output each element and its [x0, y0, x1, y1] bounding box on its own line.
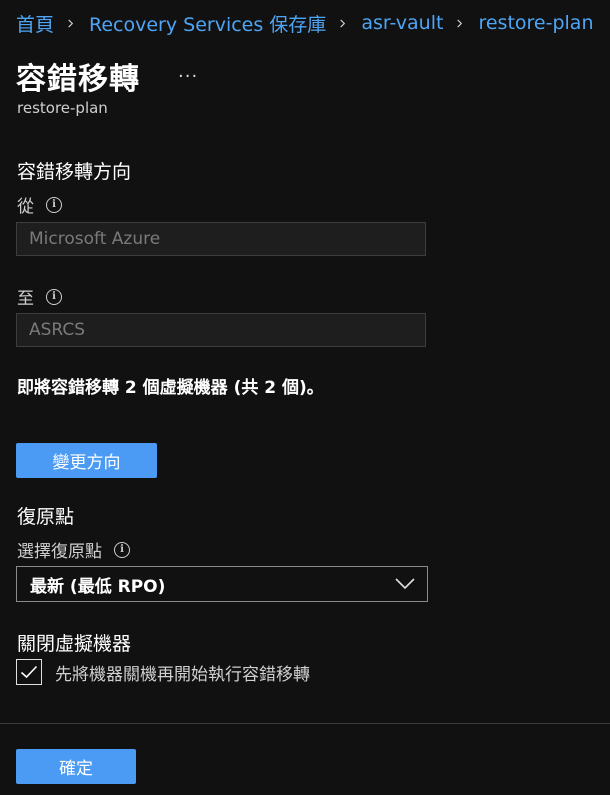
breadcrumb-home[interactable]: 首頁 — [16, 10, 54, 37]
more-options-button[interactable]: ··· — [178, 66, 198, 87]
ok-button[interactable]: 確定 — [16, 749, 136, 784]
breadcrumb-restore-plan[interactable]: restore-plan — [478, 12, 593, 34]
recovery-point-label-row: 選擇復原點 i — [17, 537, 130, 562]
shutdown-checkbox-row: 先將機器關機再開始執行容錯移轉 — [16, 659, 310, 685]
failover-direction-heading: 容錯移轉方向 — [17, 161, 132, 183]
recovery-point-selected: 最新 (最低 RPO) — [30, 576, 166, 597]
to-field: ASRCS — [16, 313, 426, 347]
chevron-right-icon — [457, 18, 463, 28]
to-label: 至 — [17, 289, 34, 309]
shutdown-vm-heading: 關閉虛擬機器 — [17, 633, 132, 655]
to-label-row: 至 i — [17, 284, 62, 309]
chevron-down-icon — [395, 578, 415, 590]
change-direction-button[interactable]: 變更方向 — [16, 443, 157, 478]
chevron-right-icon — [68, 18, 74, 28]
footer-divider — [0, 723, 610, 724]
breadcrumb: 首頁 Recovery Services 保存庫 asr-vault resto… — [16, 10, 594, 36]
recovery-point-dropdown[interactable]: 最新 (最低 RPO) — [16, 566, 428, 602]
title-row: 容錯移轉 ··· — [16, 54, 198, 98]
checkmark-icon — [20, 665, 38, 679]
info-icon[interactable]: i — [46, 196, 62, 213]
from-field: Microsoft Azure — [16, 222, 426, 256]
recovery-point-label: 選擇復原點 — [17, 542, 102, 562]
from-label-row: 從 i — [17, 192, 62, 217]
shutdown-checkbox-label: 先將機器關機再開始執行容錯移轉 — [55, 664, 310, 685]
recovery-point-heading: 復原點 — [17, 506, 75, 528]
chevron-right-icon — [340, 18, 346, 28]
from-label: 從 — [17, 197, 34, 217]
breadcrumb-asr-vault[interactable]: asr-vault — [361, 12, 443, 34]
page-title: 容錯移轉 — [16, 62, 140, 97]
breadcrumb-recovery-vaults[interactable]: Recovery Services 保存庫 — [89, 10, 326, 37]
failover-summary: 即將容錯移轉 2 個虛擬機器 (共 2 個)。 — [17, 378, 324, 398]
shutdown-checkbox[interactable] — [16, 659, 42, 685]
page-subtitle: restore-plan — [17, 99, 108, 117]
info-icon[interactable]: i — [114, 541, 130, 558]
info-icon[interactable]: i — [46, 288, 62, 305]
